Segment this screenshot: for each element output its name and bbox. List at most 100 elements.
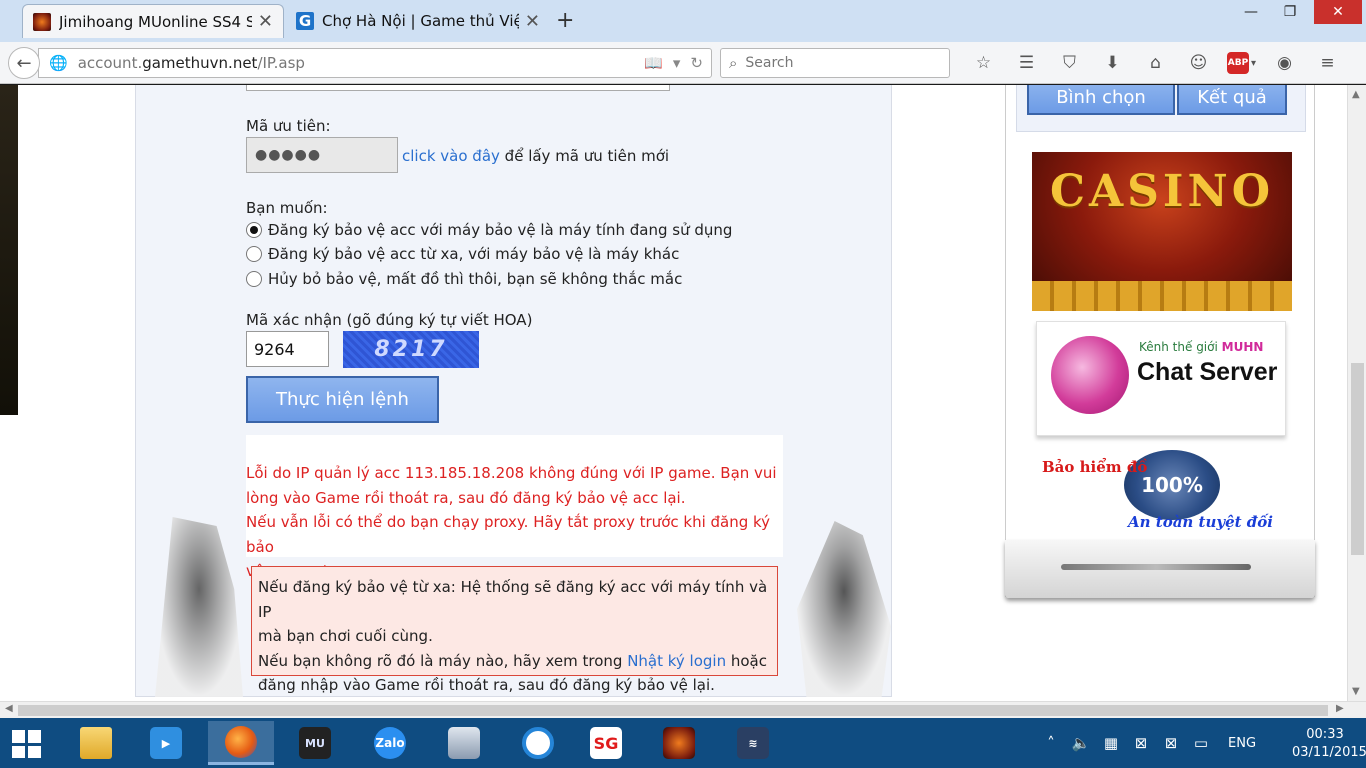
get-priority-code-link[interactable]: click vào đây — [402, 147, 500, 165]
sword-divider — [1005, 540, 1315, 598]
chat-server-banner[interactable]: Kênh thế giới MUHN Chat Server — [1036, 321, 1286, 436]
globe-icon: 🌐 — [49, 54, 68, 72]
captcha-label: Mã xác nhận (gõ đúng ký tự viết HOA) — [246, 311, 533, 329]
main-form-panel: Mã ưu tiên: ●●●●● click vào đây để lấy m… — [135, 85, 892, 697]
horizontal-scrollbar[interactable]: ◀ ▶ — [0, 701, 1366, 718]
reader-view-icon[interactable]: 📖 — [644, 54, 663, 72]
taskbar-firefox[interactable] — [208, 721, 274, 765]
close-tab-icon[interactable]: ✕ — [258, 11, 273, 32]
mu-game-icon — [663, 727, 695, 759]
priority-code-field[interactable]: ●●●●● — [246, 137, 398, 173]
tab-cho-ha-noi[interactable]: G Chợ Hà Nội | Game thủ Việ... ✕ — [286, 4, 550, 38]
dropdown-arrow-icon[interactable]: ▾ — [673, 54, 681, 72]
radio-checked[interactable] — [246, 222, 262, 238]
display-icon[interactable]: ▭ — [1186, 734, 1216, 752]
taskbar-media-player[interactable]: ▶ — [133, 721, 199, 765]
pocket-icon[interactable]: ⛉ — [1048, 50, 1091, 76]
option-local-protect[interactable]: Đăng ký bảo vệ acc với máy bảo vệ là máy… — [246, 221, 732, 239]
vote-panel: Bình chọn Kết quả — [1016, 85, 1306, 132]
vote-button[interactable]: Bình chọn — [1027, 85, 1175, 115]
bookmark-star-icon[interactable]: ☆ — [962, 50, 1005, 76]
error-message: Lỗi do IP quản lý acc 113.185.18.208 khô… — [246, 435, 783, 580]
sword-icon — [1061, 564, 1251, 570]
page-content: Mã ưu tiên: ●●●●● click vào đây để lấy m… — [0, 85, 1347, 701]
submit-button[interactable]: Thực hiện lệnh — [246, 376, 439, 423]
taskbar-eye-app[interactable] — [505, 721, 571, 765]
chat-icon[interactable]: ☺ — [1177, 50, 1220, 76]
navigation-toolbar: 🌐 account.gamethuvn.net/IP.asp 📖 ▾ ↻ ← ⌕… — [0, 42, 1366, 84]
input-language[interactable]: ENG — [1228, 736, 1256, 751]
scrollbar-thumb[interactable] — [18, 705, 1328, 716]
mu-favicon-icon — [33, 12, 51, 31]
start-button[interactable] — [12, 730, 42, 758]
option-cancel-protect[interactable]: Hủy bỏ bảo vệ, mất đồ thì thôi, bạn sẽ k… — [246, 270, 682, 288]
sg-icon: SG — [590, 727, 622, 759]
tab-strip: Jimihoang MUonline SS4 S... ✕ G Chợ Hà N… — [0, 0, 1366, 42]
download-icon[interactable]: ⬇ — [1091, 50, 1134, 76]
maximize-button[interactable]: ❐ — [1270, 0, 1310, 24]
taskbar-sg-app[interactable]: SG — [573, 721, 639, 765]
taskbar-resource-monitor[interactable] — [431, 721, 497, 765]
extension-icon[interactable]: ◉ — [1263, 50, 1306, 76]
info-notice: Nếu đăng ký bảo vệ từ xa: Hệ thống sẽ đă… — [251, 566, 778, 694]
tab-title: Chợ Hà Nội | Game thủ Việ... — [322, 12, 519, 30]
eye-icon — [522, 727, 554, 759]
firefox-icon — [225, 725, 257, 758]
login-history-link[interactable]: Nhật ký login — [627, 652, 726, 670]
taskbar-wifi-app[interactable]: ≋ — [720, 721, 786, 765]
taskbar-zalo[interactable]: Zalo — [357, 721, 423, 765]
tab-title: Jimihoang MUonline SS4 S... — [59, 12, 252, 31]
zalo-icon: Zalo — [374, 727, 406, 759]
close-window-button[interactable]: ✕ — [1314, 0, 1362, 24]
system-clock[interactable]: 00:33 03/11/2015 — [1292, 726, 1366, 762]
wifi-hand-icon: ≋ — [737, 727, 769, 759]
menu-icon[interactable]: ≡ — [1306, 50, 1349, 76]
taskbar: ▶ MU Zalo SG ≋ ˄ 🔈 ▦ ⊠ ⊠ ▭ ENG 00:33 03/… — [0, 718, 1366, 768]
windows-grid-icon[interactable]: ▦ — [1096, 734, 1126, 752]
radio-unchecked[interactable] — [246, 271, 262, 287]
reload-icon[interactable]: ↻ — [690, 54, 703, 72]
background-art — [0, 85, 18, 415]
scrollbar-thumb[interactable] — [1351, 363, 1364, 555]
new-tab-button[interactable]: + — [556, 8, 574, 33]
option-remote-protect[interactable]: Đăng ký bảo vệ acc từ xa, với máy bảo vệ… — [246, 245, 679, 263]
radio-unchecked[interactable] — [246, 246, 262, 262]
scroll-left-icon[interactable]: ◀ — [5, 703, 13, 714]
captcha-input[interactable]: 9264 — [246, 331, 329, 367]
tab-jimihoang[interactable]: Jimihoang MUonline SS4 S... ✕ — [22, 4, 284, 38]
close-tab-icon[interactable]: ✕ — [525, 11, 540, 32]
option-group-label: Bạn muốn: — [246, 199, 328, 217]
url-text[interactable]: account.gamethuvn.net/IP.asp — [78, 54, 645, 72]
volume-icon[interactable]: 🔈 — [1066, 734, 1096, 752]
network-error-icon[interactable]: ⊠ — [1126, 734, 1156, 752]
bookmarks-list-icon[interactable]: ☰ — [1005, 50, 1048, 76]
url-bar[interactable]: 🌐 account.gamethuvn.net/IP.asp 📖 ▾ ↻ — [38, 48, 712, 78]
taskbar-mu-online[interactable]: MU — [282, 721, 348, 765]
results-button[interactable]: Kết quả — [1177, 85, 1287, 115]
casino-banner[interactable]: CASINO — [1032, 152, 1292, 311]
taskbar-file-explorer[interactable] — [63, 721, 129, 765]
folder-icon — [80, 727, 112, 759]
vertical-scrollbar[interactable]: ▲ ▼ — [1347, 85, 1366, 701]
captcha-image: 8217 — [343, 331, 479, 368]
right-sidebar: Bình chọn Kết quả CASINO Kênh thế giới M… — [1005, 85, 1315, 597]
back-button[interactable]: ← — [8, 47, 40, 79]
priority-code-label: Mã ưu tiên: — [246, 117, 331, 135]
mu-online-icon: MU — [299, 727, 331, 759]
previous-input-field[interactable] — [246, 85, 670, 91]
adblock-icon[interactable]: ABP ▾ — [1220, 50, 1263, 76]
taskbar-mu-online-2[interactable] — [646, 721, 712, 765]
casino-title: CASINO — [1049, 166, 1275, 217]
chat-channel-label: Kênh thế giới MUHN — [1139, 340, 1264, 354]
search-box[interactable]: ⌕ Search — [720, 48, 950, 78]
scroll-down-icon[interactable]: ▼ — [1352, 686, 1360, 697]
search-icon: ⌕ — [729, 54, 738, 72]
insurance-banner[interactable]: 100% Bảo hiểm đồ An toàn tuyệt đối — [1032, 450, 1310, 540]
show-hidden-icons[interactable]: ˄ — [1036, 734, 1066, 752]
scroll-up-icon[interactable]: ▲ — [1352, 89, 1360, 100]
home-icon[interactable]: ⌂ — [1134, 50, 1177, 76]
scroll-right-icon[interactable]: ▶ — [1336, 703, 1344, 714]
network-error-icon-2[interactable]: ⊠ — [1156, 734, 1186, 752]
minimize-button[interactable]: — — [1236, 0, 1266, 24]
coins-decoration — [1032, 281, 1292, 311]
